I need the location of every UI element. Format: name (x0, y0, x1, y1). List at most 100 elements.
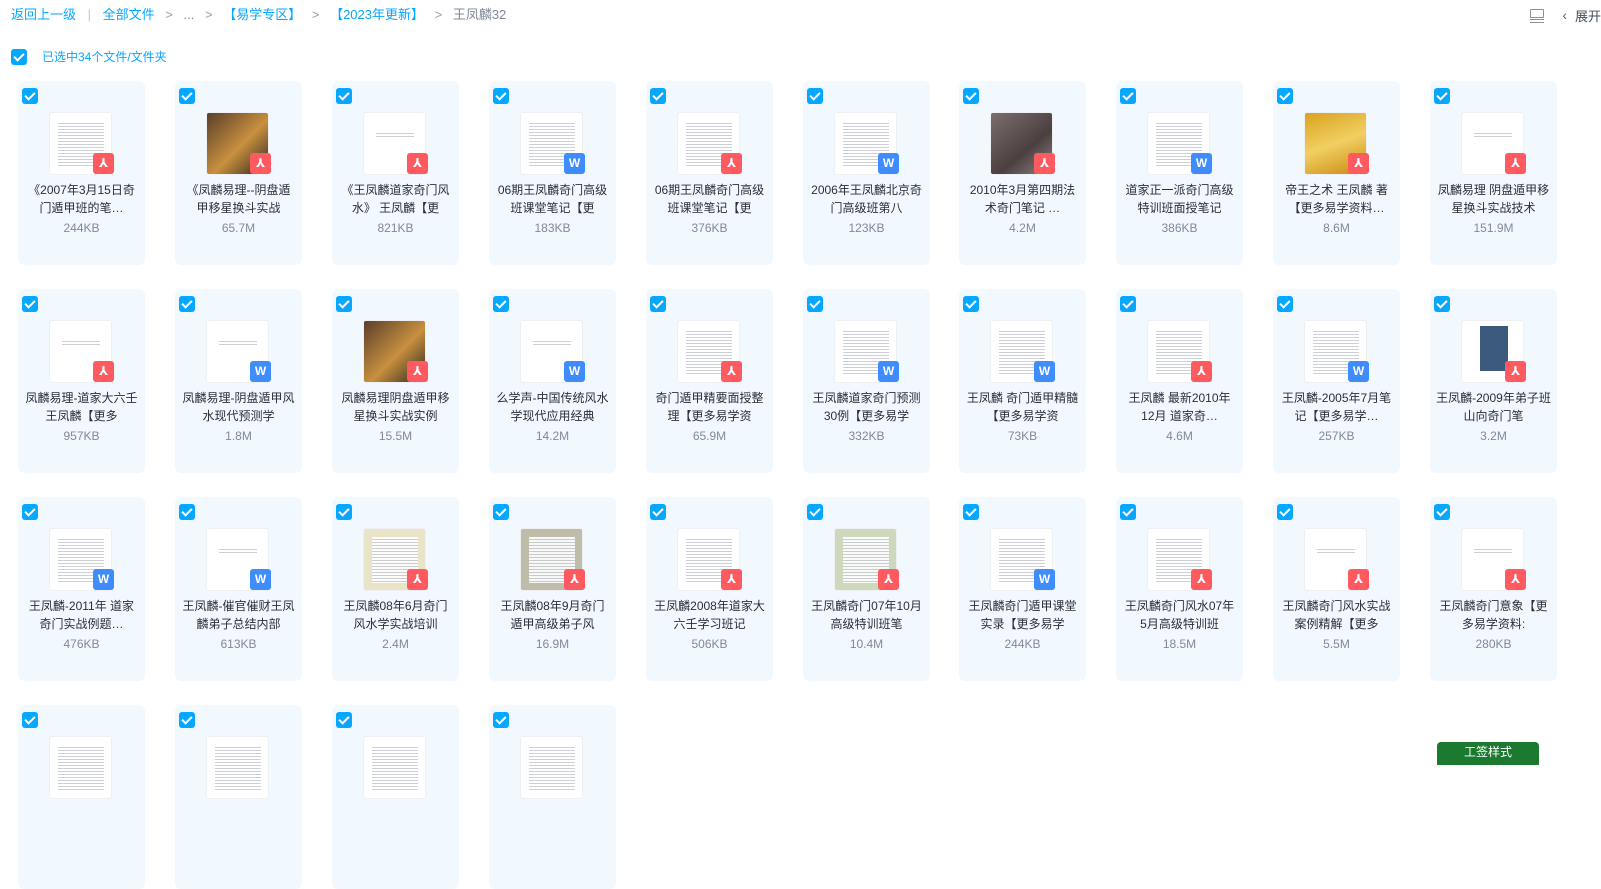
file-checkbox[interactable] (179, 504, 195, 520)
file-card[interactable]: ⅄ 06期王凤麟奇门高级班课堂笔记【更 376KB (646, 81, 773, 265)
file-card[interactable]: W 2006年王凤麟北京奇门高级班第八 123KB (803, 81, 930, 265)
file-card[interactable]: ⅄ 王凤麟奇门07年10月高级特训班笔 10.4M (803, 497, 930, 681)
breadcrumb-folder-2023[interactable]: 【2023年更新】 (330, 7, 424, 23)
file-checkbox[interactable] (807, 296, 823, 312)
file-card[interactable]: W 王凤麟-催官催财王凤麟弟子总结内部 613KB (175, 497, 302, 681)
file-checkbox[interactable] (963, 88, 979, 104)
file-card[interactable]: W 凤麟易理-阴盘遁甲风水现代预测学 1.8M (175, 289, 302, 473)
file-checkbox[interactable] (493, 712, 509, 728)
file-card[interactable]: ⅄ 王凤麟08年6月奇门风水学实战培训 2.4M (332, 497, 459, 681)
pdf-file-icon: ⅄ (564, 569, 585, 590)
file-thumbnail (520, 736, 583, 799)
pdf-file-icon: ⅄ (1505, 569, 1526, 590)
file-checkbox[interactable] (1277, 88, 1293, 104)
pdf-file-icon: ⅄ (407, 153, 428, 174)
file-checkbox[interactable] (336, 712, 352, 728)
file-checkbox[interactable] (1120, 504, 1136, 520)
file-card[interactable]: W 王凤麟-2011年 道家奇门实战例题… 476KB (18, 497, 145, 681)
file-checkbox[interactable] (336, 296, 352, 312)
file-checkbox[interactable] (179, 296, 195, 312)
file-card[interactable] (332, 705, 459, 889)
file-card[interactable] (18, 705, 145, 889)
file-checkbox[interactable] (963, 296, 979, 312)
back-link[interactable]: 返回上一级 (11, 7, 76, 23)
file-checkbox[interactable] (22, 712, 38, 728)
file-size: 151.9M (1473, 221, 1514, 235)
file-checkbox[interactable] (22, 296, 38, 312)
file-card[interactable]: ⅄ 2010年3月第四期法术奇门笔记 … 4.2M (959, 81, 1086, 265)
file-checkbox[interactable] (179, 712, 195, 728)
file-card[interactable] (489, 705, 616, 889)
file-size: 332KB (848, 429, 885, 443)
file-card[interactable]: W 王凤麟奇门遁甲课堂实录【更多易学 244KB (959, 497, 1086, 681)
breadcrumb-ellipsis[interactable]: ... (184, 7, 195, 23)
file-name: 王凤麟奇门遁甲课堂实录【更多易学 (968, 599, 1077, 631)
file-checkbox[interactable] (1434, 504, 1450, 520)
file-card[interactable]: ⅄ 凤麟易理-道家大六壬 王凤麟【更多 957KB (18, 289, 145, 473)
pdf-file-icon: ⅄ (250, 153, 271, 174)
file-size: 506KB (691, 637, 728, 651)
file-card[interactable]: ⅄ 王凤麟奇门风水实战案例精解【更多 5.5M (1273, 497, 1400, 681)
file-card[interactable]: ⅄ 帝王之术 王凤麟 著【更多易学资料… 8.6M (1273, 81, 1400, 265)
file-checkbox[interactable] (807, 504, 823, 520)
file-card[interactable]: ⅄ 凤麟易理 阴盘遁甲移星换斗实战技术 151.9M (1430, 81, 1557, 265)
file-checkbox[interactable] (807, 88, 823, 104)
file-checkbox[interactable] (1120, 88, 1136, 104)
file-card[interactable]: W 王凤麟道家奇门预测30例【更多易学 332KB (803, 289, 930, 473)
file-checkbox[interactable] (493, 88, 509, 104)
file-checkbox[interactable] (1120, 296, 1136, 312)
file-checkbox[interactable] (1277, 504, 1293, 520)
expand-label: 展开 (1574, 8, 1601, 24)
file-card[interactable]: ⅄ 王凤麟2008年道家大六壬学习班记 506KB (646, 497, 773, 681)
file-card[interactable]: ⅄ 《2007年3月15日奇门遁甲班的笔… 244KB (18, 81, 145, 265)
breadcrumb: 返回上一级 | 全部文件 > ... > 【易学专区】 > 【2023年更新】 … (11, 7, 506, 23)
expand-toggle[interactable]: ‹ 展开 (1562, 6, 1601, 25)
file-name: 王凤麟 最新2010年12月 道家奇… (1128, 391, 1231, 423)
file-checkbox[interactable] (179, 88, 195, 104)
file-card[interactable]: ⅄ 王凤麟-2009年弟子班山向奇门笔 3.2M (1430, 289, 1557, 473)
word-file-icon: W (564, 361, 585, 382)
file-card[interactable]: W 06期王凤麟奇门高级班课堂笔记【更 183KB (489, 81, 616, 265)
pdf-file-icon: ⅄ (407, 361, 428, 382)
breadcrumb-all-files[interactable]: 全部文件 (103, 7, 155, 23)
pdf-file-icon: ⅄ (407, 569, 428, 590)
file-checkbox[interactable] (1434, 296, 1450, 312)
file-checkbox[interactable] (650, 296, 666, 312)
file-card[interactable]: W 王凤麟 奇门遁甲精髓【更多易学资 73KB (959, 289, 1086, 473)
file-name (181, 805, 296, 841)
file-card[interactable]: ⅄ 奇门遁甲精要面授整理【更多易学资 65.9M (646, 289, 773, 473)
file-card[interactable]: W 道家正一派奇门高级特训班面授笔记 386KB (1116, 81, 1243, 265)
file-card[interactable]: ⅄ 《王凤麟道家奇门风水》 王凤麟【更 821KB (332, 81, 459, 265)
file-size: 476KB (63, 637, 100, 651)
file-checkbox[interactable] (493, 296, 509, 312)
file-checkbox[interactable] (22, 88, 38, 104)
select-all-checkbox[interactable] (11, 48, 27, 65)
file-checkbox[interactable] (22, 504, 38, 520)
breadcrumb-arrow: > (165, 7, 173, 22)
file-card[interactable]: W 么学声-中国传统风水学现代应用经典 14.2M (489, 289, 616, 473)
file-card[interactable]: ⅄ 《凤麟易理--阴盘遁甲移星换斗实战 65.7M (175, 81, 302, 265)
file-card[interactable]: ⅄ 凤麟易理阴盘遁甲移星换斗实战实例 15.5M (332, 289, 459, 473)
file-card[interactable]: ⅄ 王凤麟08年9月奇门遁甲高级弟子风 16.9M (489, 497, 616, 681)
floating-button[interactable]: 工签样式 (1437, 742, 1539, 765)
file-size: 15.5M (378, 429, 413, 443)
file-checkbox[interactable] (1277, 296, 1293, 312)
file-checkbox[interactable] (336, 88, 352, 104)
file-card[interactable]: ⅄ 王凤麟 最新2010年12月 道家奇… 4.6M (1116, 289, 1243, 473)
file-checkbox[interactable] (650, 504, 666, 520)
file-size: 2.4M (382, 637, 409, 651)
file-card[interactable]: ⅄ 王凤麟奇门风水07年5月高级特训班 18.5M (1116, 497, 1243, 681)
file-name: 王凤麟08年6月奇门风水学实战培训 (343, 599, 448, 631)
breadcrumb-folder-yixue[interactable]: 【易学专区】 (223, 7, 301, 23)
pdf-file-icon: ⅄ (721, 569, 742, 590)
file-checkbox[interactable] (336, 504, 352, 520)
list-view-icon[interactable] (1530, 8, 1545, 22)
file-checkbox[interactable] (1434, 88, 1450, 104)
file-card[interactable] (175, 705, 302, 889)
file-card[interactable]: W 王凤麟-2005年7月笔记【更多易学… 257KB (1273, 289, 1400, 473)
file-checkbox[interactable] (650, 88, 666, 104)
file-card[interactable]: ⅄ 王凤麟奇门意象【更多易学资料: 280KB (1430, 497, 1557, 681)
file-size: 123KB (848, 221, 885, 235)
file-checkbox[interactable] (963, 504, 979, 520)
file-checkbox[interactable] (493, 504, 509, 520)
